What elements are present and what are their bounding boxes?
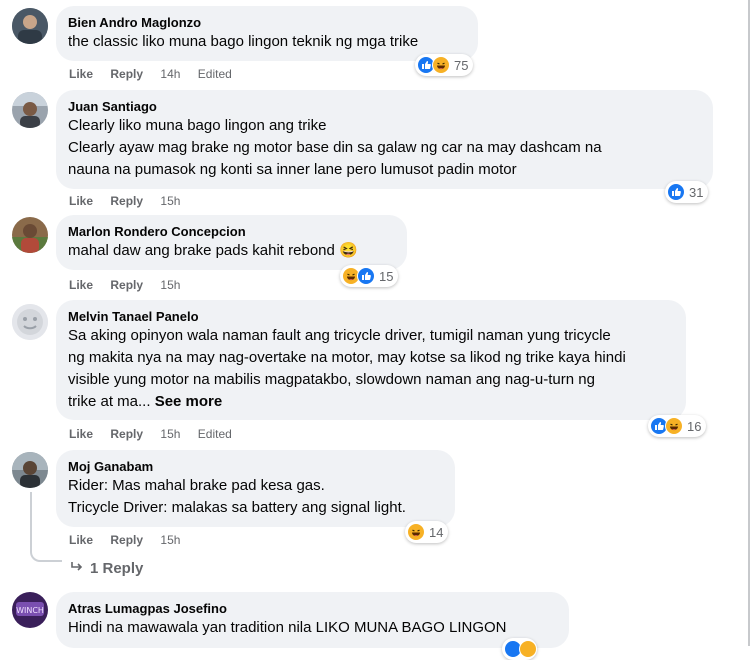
comment: Marlon Rondero Concepcion mahal daw ang … bbox=[0, 215, 746, 298]
reaction-count: 15 bbox=[379, 268, 394, 284]
comment-text: trike at ma... bbox=[68, 393, 151, 410]
reaction-count: 75 bbox=[454, 57, 469, 73]
like-button[interactable]: Like bbox=[69, 427, 93, 441]
comment-actions: Like Reply 15h Edited bbox=[69, 427, 246, 441]
comment-bubble: Bien Andro Maglonzo the classic liko mun… bbox=[56, 6, 478, 61]
comment: Bien Andro Maglonzo the classic liko mun… bbox=[0, 0, 746, 90]
comment-author[interactable]: Juan Santiago bbox=[68, 98, 701, 115]
avatar[interactable]: WINCH bbox=[12, 592, 48, 628]
comment-actions: Like Reply 15h bbox=[69, 278, 194, 292]
haha-reaction-icon bbox=[407, 523, 425, 541]
comment-bubble: Atras Lumagpas Josefino Hindi na mawawal… bbox=[56, 592, 569, 648]
reply-thread-line bbox=[30, 492, 32, 552]
comment-timestamp[interactable]: 15h bbox=[160, 278, 180, 292]
reply-button[interactable]: Reply bbox=[110, 427, 143, 441]
comment-author[interactable]: Moj Ganabam bbox=[68, 458, 443, 475]
comment-text: ng makita nya na may nag-overtake na mot… bbox=[68, 349, 626, 366]
comment-bubble: Melvin Tanael Panelo Sa aking opinyon wa… bbox=[56, 300, 686, 420]
comment-text: Sa aking opinyon wala naman fault ang tr… bbox=[68, 327, 611, 344]
edited-label: Edited bbox=[197, 67, 232, 81]
avatar[interactable] bbox=[12, 452, 48, 488]
comment-text: the classic liko muna bago lingon teknik… bbox=[68, 33, 419, 50]
avatar[interactable] bbox=[12, 217, 48, 253]
avatar[interactable] bbox=[12, 92, 48, 128]
comment-author[interactable]: Bien Andro Maglonzo bbox=[68, 14, 466, 31]
reply-thread-connector bbox=[30, 548, 62, 562]
reaction-summary[interactable] bbox=[502, 638, 537, 660]
reply-button[interactable]: Reply bbox=[110, 194, 143, 208]
like-button[interactable]: Like bbox=[69, 194, 93, 208]
reply-button[interactable]: Reply bbox=[110, 67, 143, 81]
comment-text: nauna na pumasok ng konti sa inner lane … bbox=[68, 161, 517, 178]
svg-text:WINCH: WINCH bbox=[16, 606, 44, 615]
reaction-count: 16 bbox=[687, 418, 702, 434]
comment: WINCH Atras Lumagpas Josefino Hindi na m… bbox=[0, 588, 746, 660]
comment: Moj Ganabam Rider: Mas mahal brake pad k… bbox=[0, 448, 746, 588]
like-button[interactable]: Like bbox=[69, 533, 93, 547]
comment-bubble: Juan Santiago Clearly liko muna bago lin… bbox=[56, 90, 713, 189]
haha-reaction-icon bbox=[519, 640, 537, 658]
haha-reaction-icon bbox=[432, 56, 450, 74]
comment-text: mahal daw ang brake pads kahit rebond 😆 bbox=[68, 242, 358, 259]
comment-timestamp[interactable]: 15h bbox=[160, 427, 180, 441]
reaction-count: 14 bbox=[429, 524, 444, 540]
reply-arrow-icon bbox=[70, 560, 84, 577]
comment-text-last-line: trike at ma... See more bbox=[68, 391, 674, 413]
comment-author[interactable]: Melvin Tanael Panelo bbox=[68, 308, 674, 325]
comment-text: Clearly liko muna bago lingon ang trike bbox=[68, 117, 327, 134]
edited-label: Edited bbox=[197, 427, 232, 441]
reaction-summary[interactable]: 15 bbox=[340, 265, 399, 287]
comment-bubble: Marlon Rondero Concepcion mahal daw ang … bbox=[56, 215, 407, 270]
comment-timestamp[interactable]: 14h bbox=[160, 67, 180, 81]
see-more-link[interactable]: See more bbox=[155, 393, 223, 410]
comment-text: Tricycle Driver: malakas sa battery ang … bbox=[68, 499, 406, 516]
haha-reaction-icon bbox=[665, 417, 683, 435]
replies-count-label: 1 Reply bbox=[90, 560, 144, 577]
comment-actions: Like Reply 15h bbox=[69, 533, 194, 547]
reply-button[interactable]: Reply bbox=[110, 278, 143, 292]
like-reaction-icon bbox=[667, 183, 685, 201]
reply-button[interactable]: Reply bbox=[110, 533, 143, 547]
comment-timestamp[interactable]: 15h bbox=[160, 194, 180, 208]
comment-author[interactable]: Marlon Rondero Concepcion bbox=[68, 223, 395, 240]
like-reaction-icon bbox=[357, 267, 375, 285]
reaction-count: 31 bbox=[689, 184, 704, 200]
like-button[interactable]: Like bbox=[69, 278, 93, 292]
comment-text: Rider: Mas mahal brake pad kesa gas. bbox=[68, 477, 325, 494]
comment-actions: Like Reply 14h Edited bbox=[69, 67, 246, 81]
comment-actions: Like Reply 15h bbox=[69, 194, 194, 208]
comment: Juan Santiago Clearly liko muna bago lin… bbox=[0, 90, 746, 215]
avatar[interactable] bbox=[12, 8, 48, 44]
reaction-summary[interactable]: 31 bbox=[665, 181, 709, 203]
comment-text: Clearly ayaw mag brake ng motor base din… bbox=[68, 139, 602, 156]
comment: Melvin Tanael Panelo Sa aking opinyon wa… bbox=[0, 298, 746, 448]
comment-text: visible yung motor na mabilis magpatakbo… bbox=[68, 371, 595, 388]
view-replies-link[interactable]: 1 Reply bbox=[70, 560, 143, 577]
comment-bubble: Moj Ganabam Rider: Mas mahal brake pad k… bbox=[56, 450, 455, 527]
comment-timestamp[interactable]: 15h bbox=[160, 533, 180, 547]
like-button[interactable]: Like bbox=[69, 67, 93, 81]
reaction-summary[interactable]: 14 bbox=[405, 521, 449, 543]
avatar[interactable] bbox=[12, 304, 48, 340]
comment-text: Hindi na mawawala yan tradition nila LIK… bbox=[68, 619, 507, 636]
reaction-summary[interactable]: 16 bbox=[648, 415, 707, 437]
comment-author[interactable]: Atras Lumagpas Josefino bbox=[68, 600, 557, 617]
reaction-summary[interactable]: 75 bbox=[415, 54, 474, 76]
